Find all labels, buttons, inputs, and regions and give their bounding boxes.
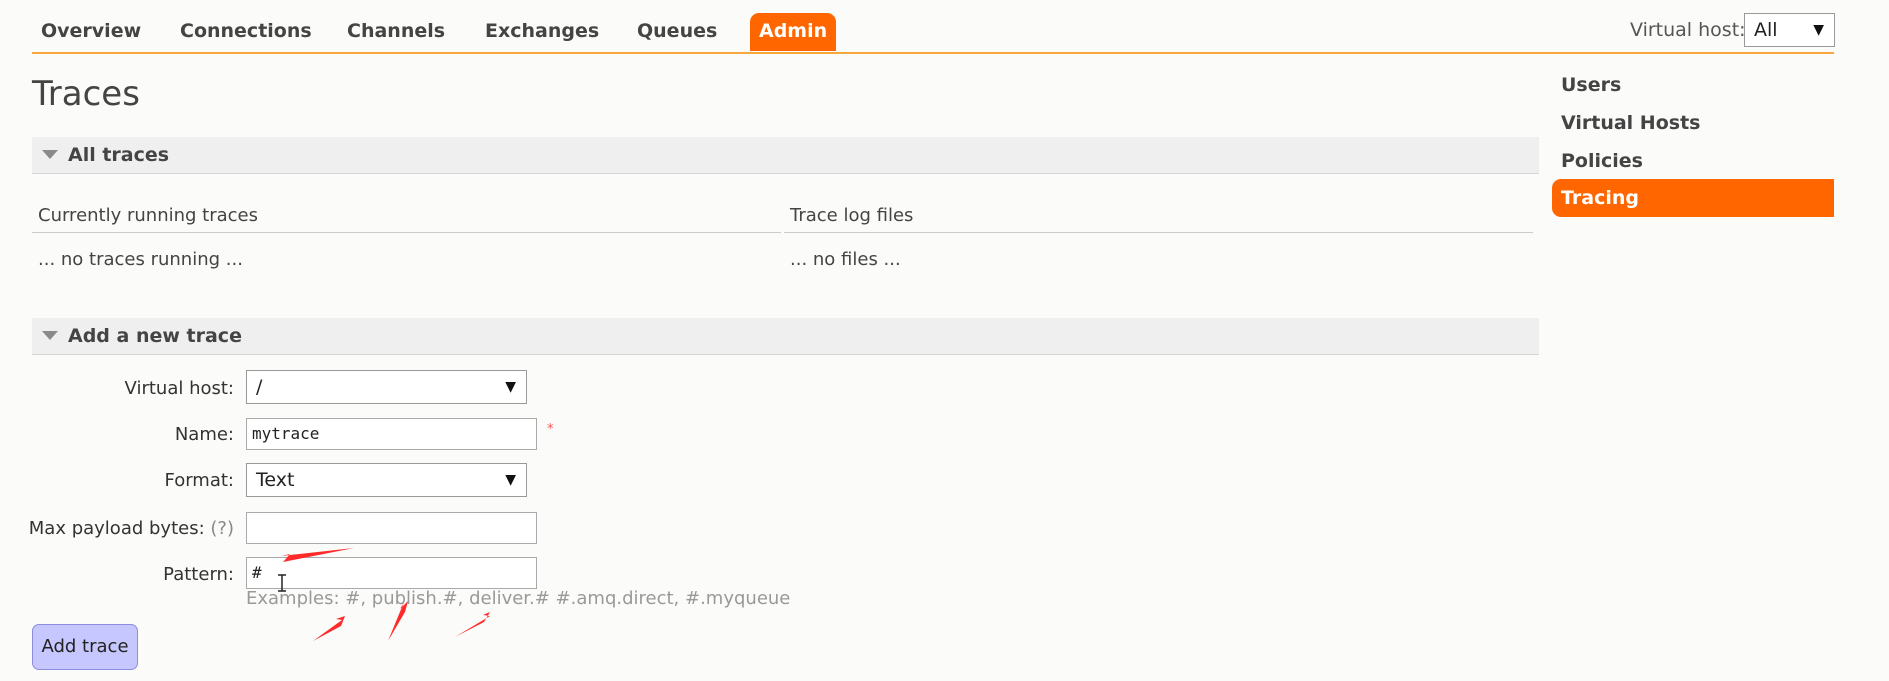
format-select-value: Text — [256, 469, 295, 491]
max-payload-field[interactable] — [246, 512, 537, 544]
nav-connections[interactable]: Connections — [171, 13, 321, 51]
sidebar-item-users[interactable]: Users — [1552, 66, 1834, 104]
nav-admin[interactable]: Admin — [750, 13, 837, 51]
required-mark: * — [547, 422, 554, 437]
add-trace-header[interactable]: Add a new trace — [32, 318, 1539, 355]
trace-log-files-heading: Trace log files — [784, 205, 1533, 233]
virtual-host-select[interactable]: All ▼ — [1744, 13, 1835, 47]
page-title: Traces — [32, 74, 140, 114]
all-traces-header[interactable]: All traces — [32, 137, 1539, 174]
nav-overview[interactable]: Overview — [32, 13, 150, 51]
running-traces-value: ... no traces running ... — [38, 249, 243, 270]
add-trace-title: Add a new trace — [68, 325, 242, 347]
form-pattern-label: Pattern: — [163, 564, 234, 585]
running-traces-heading: Currently running traces — [32, 205, 781, 233]
form-vhost-label: Virtual host: — [124, 378, 234, 399]
nav-exchanges[interactable]: Exchanges — [476, 13, 608, 51]
trace-name-field[interactable]: mytrace — [246, 418, 537, 450]
max-payload-label-text: Max payload bytes: — [28, 518, 205, 539]
chevron-down-icon: ▼ — [505, 472, 516, 488]
collapse-triangle-icon — [42, 150, 58, 159]
sidebar-item-policies[interactable]: Policies — [1552, 142, 1834, 180]
sidebar-item-virtual-hosts[interactable]: Virtual Hosts — [1552, 104, 1834, 142]
top-nav: Overview Connections Channels Exchanges … — [32, 0, 1834, 54]
nav-channels[interactable]: Channels — [338, 13, 454, 51]
virtual-host-select-value: All — [1754, 19, 1778, 41]
chevron-down-icon: ▼ — [505, 379, 516, 395]
form-name-label: Name: — [174, 424, 234, 445]
pattern-field[interactable]: # — [246, 557, 537, 589]
form-max-payload-label: Max payload bytes: (?) — [0, 518, 234, 539]
form-format-label: Format: — [164, 470, 235, 491]
sidebar-item-tracing[interactable]: Tracing — [1552, 179, 1834, 217]
add-trace-button[interactable]: Add trace — [32, 624, 138, 670]
format-select[interactable]: Text ▼ — [246, 463, 527, 497]
nav-queues[interactable]: Queues — [628, 13, 726, 51]
trace-log-files-value: ... no files ... — [790, 249, 901, 270]
annotation-arrow — [313, 616, 345, 641]
virtual-host-label: Virtual host: — [1630, 19, 1746, 41]
chevron-down-icon: ▼ — [1813, 22, 1824, 38]
collapse-triangle-icon — [42, 331, 58, 340]
pattern-examples: Examples: #, publish.#, deliver.# #.amq.… — [246, 588, 791, 609]
form-virtual-host-select[interactable]: / ▼ — [246, 370, 527, 404]
form-virtual-host-value: / — [256, 376, 263, 398]
annotation-arrow — [455, 612, 490, 637]
help-icon[interactable]: (?) — [210, 518, 234, 539]
all-traces-title: All traces — [68, 144, 170, 166]
